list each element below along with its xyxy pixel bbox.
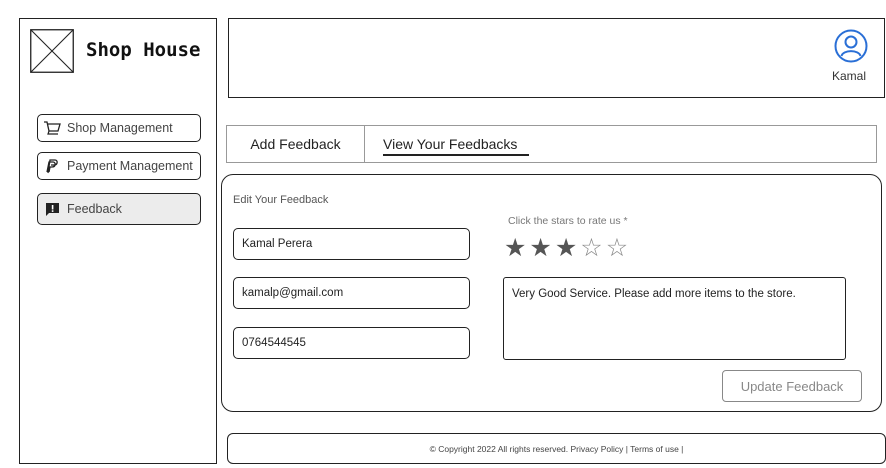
user-name: Kamal <box>831 69 866 83</box>
cart-icon <box>43 119 61 137</box>
footer: © Copyright 2022 All rights reserved. Pr… <box>227 433 886 464</box>
update-feedback-button[interactable]: Update Feedback <box>722 370 862 402</box>
feedback-tabs: Add Feedback View Your Feedbacks <box>226 125 877 163</box>
user-icon[interactable] <box>834 29 868 63</box>
phone-field[interactable]: 0764544545 <box>233 327 470 359</box>
logo-area: Shop House <box>30 29 210 73</box>
sidebar-item-label: Feedback <box>67 202 122 216</box>
top-header: Kamal <box>228 18 885 98</box>
brand-name: Shop House <box>86 39 201 61</box>
star-rating[interactable]: ★★★☆☆ <box>504 233 631 263</box>
star-outline-icon[interactable]: ☆ <box>606 234 631 262</box>
comment-textarea[interactable]: Very Good Service. Please add more items… <box>503 277 846 360</box>
star-outline-icon[interactable]: ☆ <box>580 234 605 262</box>
star-icon[interactable]: ★ <box>555 234 580 262</box>
rating-label: Click the stars to rate us * <box>508 215 628 227</box>
sidebar: Shop House Shop Management Payment Manag… <box>19 18 217 464</box>
star-icon[interactable]: ★ <box>529 234 554 262</box>
sidebar-item-label: Shop Management <box>67 121 173 135</box>
active-tab-underline <box>383 154 529 156</box>
sidebar-item-feedback[interactable]: Feedback <box>37 193 201 225</box>
feedback-icon <box>43 200 61 218</box>
sidebar-item-shop-management[interactable]: Shop Management <box>37 114 201 142</box>
name-field[interactable]: Kamal Perera <box>233 228 470 260</box>
sidebar-item-label: Payment Management <box>67 159 193 173</box>
sidebar-item-payment-management[interactable]: Payment Management <box>37 152 201 180</box>
star-icon[interactable]: ★ <box>504 234 529 262</box>
logo-placeholder-icon <box>30 29 74 73</box>
edit-feedback-card: Edit Your Feedback Kamal Perera kamalp@g… <box>221 174 882 412</box>
paypal-icon <box>43 157 61 175</box>
email-field[interactable]: kamalp@gmail.com <box>233 277 470 309</box>
form-title: Edit Your Feedback <box>233 194 329 206</box>
tab-view-feedbacks[interactable]: View Your Feedbacks <box>383 126 517 162</box>
tab-add-feedback[interactable]: Add Feedback <box>227 126 365 162</box>
